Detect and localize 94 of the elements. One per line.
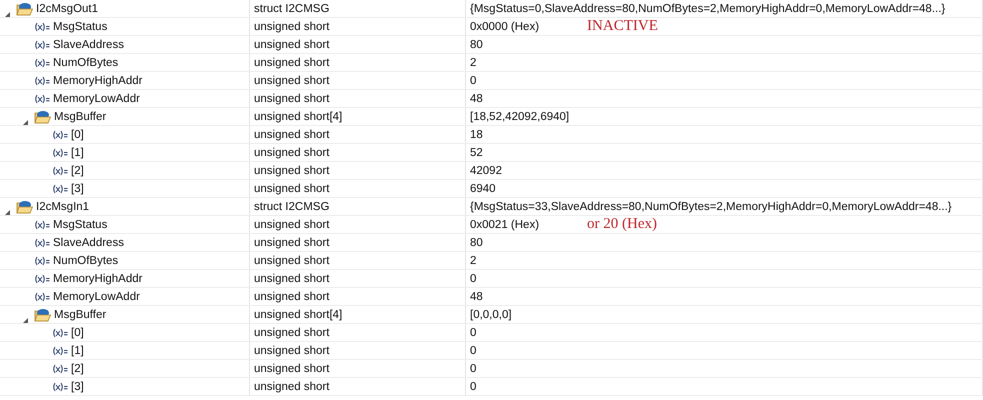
variable-name: MsgStatus (53, 20, 108, 32)
variable-type: unsigned short (254, 290, 330, 302)
variable-icon (52, 166, 68, 176)
collapse-arrow-icon[interactable] (3, 208, 11, 215)
variable-icon (34, 22, 50, 32)
variable-value: 0 (470, 74, 476, 86)
variable-name: MemoryLowAddr (53, 92, 140, 104)
variable-icon (34, 274, 50, 284)
variable-type: unsigned short (254, 362, 330, 374)
variable-value: 0 (470, 344, 476, 356)
variable-name: [0] (71, 326, 84, 338)
variable-type: unsigned short (254, 254, 330, 266)
collapse-arrow-icon[interactable] (21, 118, 29, 125)
variable-icon (52, 148, 68, 158)
variable-icon (52, 364, 68, 374)
variable-name: I2cMsgOut1 (36, 2, 98, 14)
variable-icon (34, 40, 50, 50)
variable-type: unsigned short[4] (254, 110, 342, 122)
variable-name: NumOfBytes (53, 56, 118, 68)
variable-name: [3] (71, 182, 84, 194)
variable-icon (52, 346, 68, 356)
variable-value: 0 (470, 272, 476, 284)
variable-name: [2] (71, 164, 84, 176)
annotation-text: INACTIVE (587, 18, 658, 35)
variable-name: I2cMsgIn1 (36, 200, 90, 212)
open-folder-icon (16, 200, 33, 214)
variable-name: SlaveAddress (53, 236, 124, 248)
variable-type: unsigned short (254, 344, 330, 356)
variable-name: MemoryHighAddr (53, 272, 142, 284)
variable-type: unsigned short (254, 326, 330, 338)
collapse-arrow-icon[interactable] (3, 10, 11, 17)
variable-value: 6940 (470, 182, 496, 194)
variable-value: 48 (470, 92, 483, 104)
variable-value: 80 (470, 236, 483, 248)
collapse-arrow-icon[interactable] (21, 316, 29, 323)
variable-icon (52, 382, 68, 392)
open-folder-icon (34, 110, 51, 124)
variable-type: struct I2CMSG (254, 2, 330, 14)
variable-icon (34, 256, 50, 266)
variable-value: 2 (470, 56, 476, 68)
variable-icon (34, 94, 50, 104)
variable-icon (34, 238, 50, 248)
variable-value: 0 (470, 380, 476, 392)
variable-value: {MsgStatus=33,SlaveAddress=80,NumOfBytes=2,MemoryHighAddr=0,MemoryLowAddr=48...} (470, 200, 952, 212)
variable-type: unsigned short (254, 182, 330, 194)
variable-value: 0x0000 (Hex) (470, 20, 540, 32)
open-folder-icon (16, 2, 33, 16)
variable-type: unsigned short (254, 218, 330, 230)
variable-value: 80 (470, 38, 483, 50)
variable-type: unsigned short (254, 128, 330, 140)
variable-icon (34, 76, 50, 86)
variable-type: unsigned short (254, 146, 330, 158)
variable-value: 0 (470, 362, 476, 374)
variable-icon (34, 220, 50, 230)
variable-icon (34, 292, 50, 302)
variable-name: NumOfBytes (53, 254, 118, 266)
variable-value: 52 (470, 146, 483, 158)
variable-type: unsigned short[4] (254, 308, 342, 320)
variable-type: struct I2CMSG (254, 200, 330, 212)
variable-type: unsigned short (254, 74, 330, 86)
variable-name: [3] (71, 380, 84, 392)
variable-value: 48 (470, 290, 483, 302)
variable-type: unsigned short (254, 236, 330, 248)
variable-type: unsigned short (254, 92, 330, 104)
annotation-text: or 20 (Hex) (587, 216, 658, 233)
variable-type: unsigned short (254, 20, 330, 32)
variable-type: unsigned short (254, 56, 330, 68)
variable-value: 2 (470, 254, 476, 266)
variable-name: MsgStatus (53, 218, 108, 230)
variable-name: MemoryLowAddr (53, 290, 140, 302)
variable-name: SlaveAddress (53, 38, 124, 50)
variable-value: [18,52,42092,6940] (470, 110, 570, 122)
variable-name: [1] (71, 344, 84, 356)
variable-name: MsgBuffer (54, 110, 106, 122)
variable-type: unsigned short (254, 38, 330, 50)
variable-value: 0 (470, 326, 476, 338)
variable-name: MemoryHighAddr (53, 74, 142, 86)
variable-type: unsigned short (254, 272, 330, 284)
variable-icon (52, 328, 68, 338)
variable-name: MsgBuffer (54, 308, 106, 320)
variable-value: 0x0021 (Hex) (470, 218, 540, 230)
variable-name: [0] (71, 128, 84, 140)
variable-name: [1] (71, 146, 84, 158)
variable-icon (34, 58, 50, 68)
variable-icon (52, 184, 68, 194)
open-folder-icon (34, 308, 51, 322)
variable-icon (52, 130, 68, 140)
variable-name: [2] (71, 362, 84, 374)
variable-value: [0,0,0,0] (470, 308, 512, 320)
variable-type: unsigned short (254, 164, 330, 176)
variable-type: unsigned short (254, 380, 330, 392)
variable-value: 42092 (470, 164, 502, 176)
variable-value: 18 (470, 128, 483, 140)
variable-value: {MsgStatus=0,SlaveAddress=80,NumOfBytes=2,MemoryHighAddr=0,MemoryLowAddr=48...} (470, 2, 946, 14)
